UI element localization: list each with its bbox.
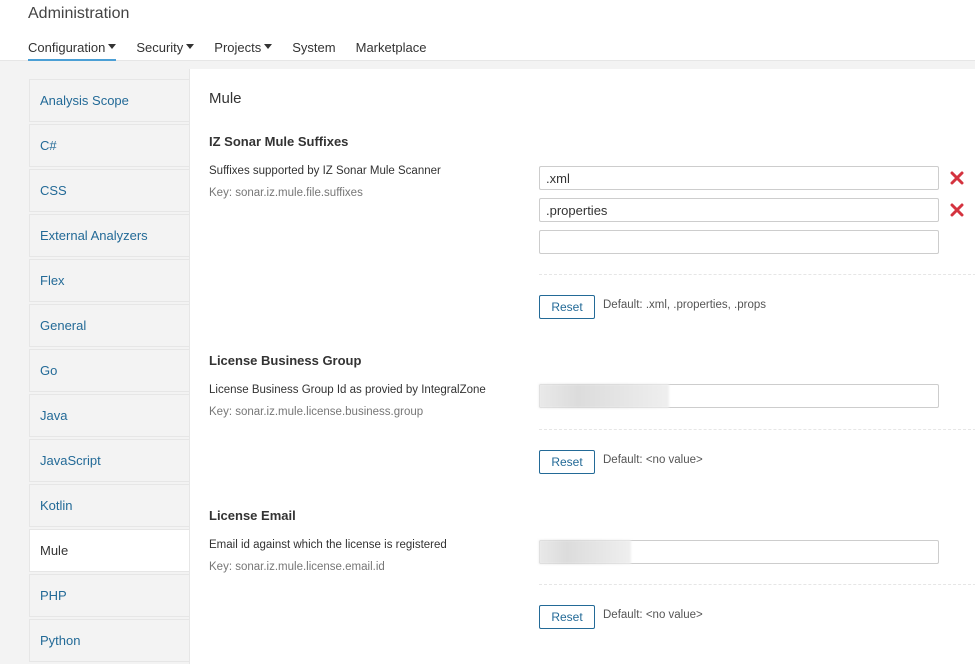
sidebar-item-javascript[interactable]: JavaScript	[29, 439, 189, 482]
remove-icon[interactable]	[950, 171, 964, 185]
setting-title-email: License Email	[209, 508, 296, 523]
setting-divider	[539, 584, 975, 585]
sidebar-item-label: CSS	[40, 183, 67, 198]
nav-system[interactable]: System	[292, 40, 335, 61]
sidebar-item-external-analyzers[interactable]: External Analyzers	[29, 214, 189, 257]
suffix-input-1[interactable]	[539, 166, 939, 190]
nav-projects[interactable]: Projects	[214, 40, 273, 61]
nav-configuration-label: Configuration	[28, 40, 106, 55]
reset-button-email[interactable]: Reset	[539, 605, 595, 629]
suffix-input-empty[interactable]	[539, 230, 939, 254]
setting-description-email: Email id against which the license is re…	[209, 539, 447, 551]
sidebar-item-general[interactable]: General	[29, 304, 189, 347]
redacted-value	[539, 540, 631, 564]
setting-title-suffixes: IZ Sonar Mule Suffixes	[209, 134, 349, 149]
sidebar-item-label: External Analyzers	[40, 228, 148, 243]
setting-key-email: Key: sonar.iz.mule.license.email.id	[209, 561, 385, 573]
sidebar-item-css[interactable]: CSS	[29, 169, 189, 212]
reset-button-business-group[interactable]: Reset	[539, 450, 595, 474]
caret-down-icon	[264, 44, 273, 49]
default-text-business-group: Default: <no value>	[603, 454, 703, 466]
sidebar-item-php[interactable]: PHP	[29, 574, 189, 617]
category-sidebar: Analysis Scope C# CSS External Analyzers…	[29, 79, 189, 664]
setting-description-suffixes: Suffixes supported by IZ Sonar Mule Scan…	[209, 165, 441, 177]
nav-marketplace[interactable]: Marketplace	[356, 40, 427, 61]
default-text-email: Default: <no value>	[603, 609, 703, 621]
nav-security-label: Security	[136, 40, 184, 55]
sidebar-item-go[interactable]: Go	[29, 349, 189, 392]
reset-button-suffixes[interactable]: Reset	[539, 295, 595, 319]
nav-projects-label: Projects	[214, 40, 262, 55]
sidebar-item-java[interactable]: Java	[29, 394, 189, 437]
sidebar-item-label: Kotlin	[40, 498, 73, 513]
section-title: Mule	[209, 90, 242, 107]
caret-down-icon	[186, 44, 195, 49]
page-title: Administration	[28, 5, 130, 22]
nav-marketplace-label: Marketplace	[355, 40, 427, 55]
sidebar-item-label: PHP	[40, 588, 67, 603]
page-header: Administration Configuration Security Pr…	[0, 0, 975, 61]
nav-system-label: System	[292, 40, 336, 55]
sidebar-item-label: Python	[40, 633, 81, 648]
sidebar-item-label: General	[40, 318, 87, 333]
sidebar-item-label: Analysis Scope	[40, 93, 129, 108]
caret-down-icon	[108, 44, 117, 49]
sidebar-item-analysis-scope[interactable]: Analysis Scope	[29, 79, 189, 122]
sidebar-item-csharp[interactable]: C#	[29, 124, 189, 167]
setting-divider	[539, 274, 975, 275]
sidebar-item-label: C#	[40, 138, 57, 153]
sidebar-item-mule[interactable]: Mule	[29, 529, 189, 572]
sidebar-item-label: JavaScript	[40, 453, 101, 468]
default-text-suffixes: Default: .xml, .properties, .props	[603, 299, 766, 311]
setting-divider	[539, 429, 975, 430]
suffix-input-2[interactable]	[539, 198, 939, 222]
remove-icon[interactable]	[950, 203, 964, 217]
setting-title-business-group: License Business Group	[209, 353, 362, 368]
sidebar-item-flex[interactable]: Flex	[29, 259, 189, 302]
setting-key-suffixes: Key: sonar.iz.mule.file.suffixes	[209, 187, 363, 199]
sidebar-item-label: Go	[40, 363, 58, 378]
sidebar-item-label: Java	[40, 408, 68, 423]
sidebar-item-label: Flex	[40, 273, 65, 288]
sidebar-item-python[interactable]: Python	[29, 619, 189, 662]
nav-security[interactable]: Security	[136, 40, 195, 61]
sidebar-item-label: Mule	[40, 543, 69, 558]
setting-key-business-group: Key: sonar.iz.mule.license.business.grou…	[209, 406, 424, 418]
sidebar-item-kotlin[interactable]: Kotlin	[29, 484, 189, 527]
setting-description-business-group: License Business Group Id as provied by …	[209, 384, 486, 396]
redacted-value	[539, 384, 669, 408]
settings-panel: Mule IZ Sonar Mule Suffixes Suffixes sup…	[189, 69, 975, 664]
top-nav: Configuration Security Projects System M…	[28, 40, 446, 61]
nav-configuration[interactable]: Configuration	[28, 40, 117, 61]
